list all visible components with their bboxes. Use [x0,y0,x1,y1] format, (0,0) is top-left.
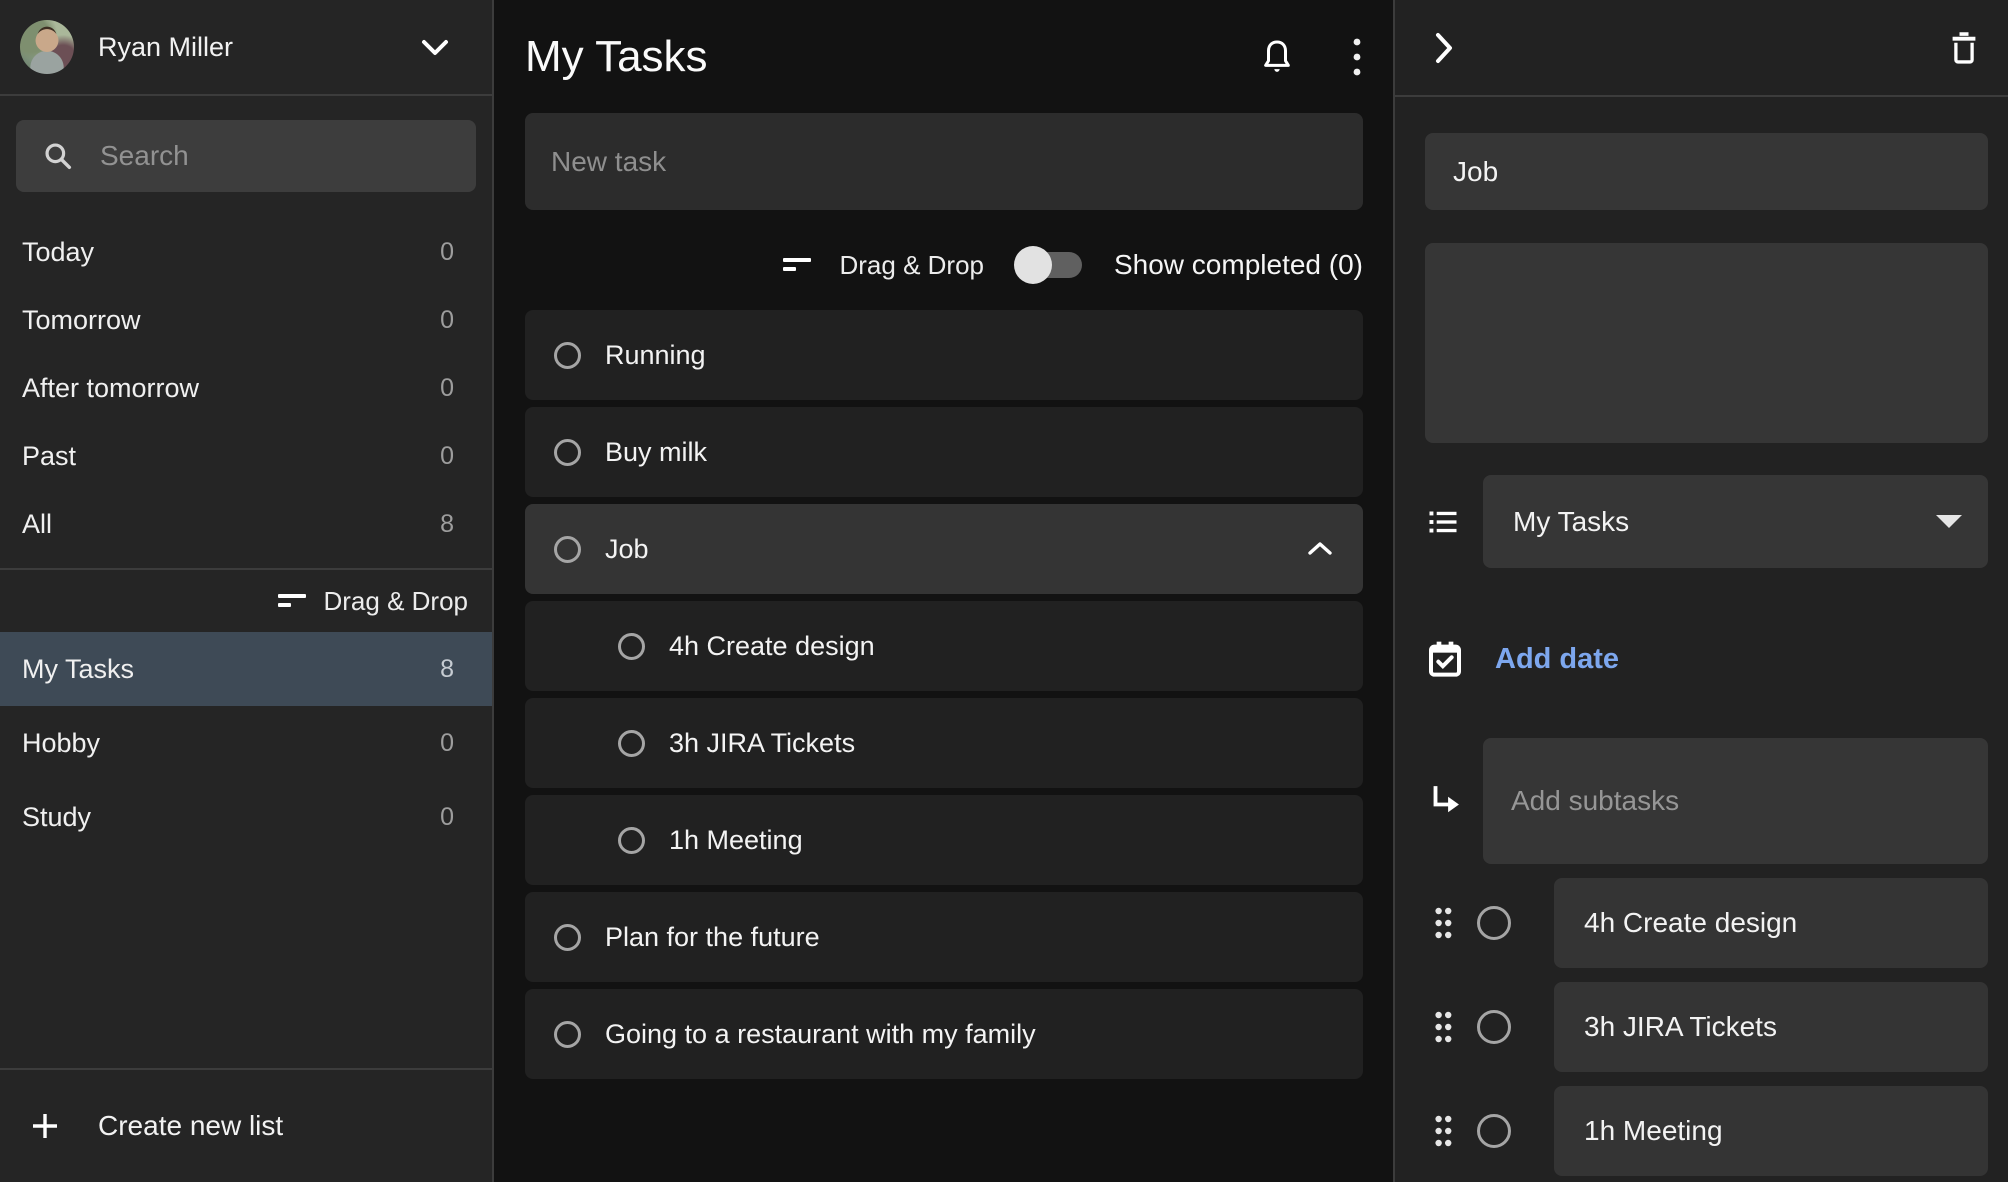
user-lists: My Tasks 8 Hobby 0 Study 0 [0,632,492,854]
detail-subtask-row-jira-tickets[interactable]: 3h JIRA Tickets [1425,982,1988,1072]
count-badge: 0 [440,306,454,335]
detail-header [1395,0,2008,97]
drag-drop-hint: Drag & Drop [839,250,984,281]
caret-down-icon [1936,515,1962,528]
list-select[interactable]: My Tasks [1483,475,1988,568]
count-badge: 8 [440,655,454,684]
sidebar-list-study[interactable]: Study 0 [0,780,492,854]
collapse-subtasks-button[interactable] [1305,540,1335,558]
selected-list-label: My Tasks [1513,506,1629,538]
sidebar-list-hobby[interactable]: Hobby 0 [0,706,492,780]
bell-icon [1257,36,1297,78]
close-detail-button[interactable] [1433,30,1455,66]
add-subtasks-row [1425,738,1988,864]
task-checkbox[interactable] [554,439,581,466]
more-options-button[interactable] [1351,35,1363,79]
subtask-checkbox[interactable] [1477,906,1511,940]
subtask-card[interactable]: 3h JIRA Tickets [1554,982,1988,1072]
chevron-down-icon [418,36,452,58]
task-title-input[interactable] [1425,133,1988,210]
subdirectory-arrow-icon [1425,780,1483,822]
sidebar-item-tomorrow[interactable]: Tomorrow 0 [0,286,492,354]
avatar [20,20,74,74]
detail-subtask-row-create-design[interactable]: 4h Create design [1425,878,1988,968]
drag-handle-icon[interactable] [1433,1113,1453,1149]
sidebar: Ryan Miller Today 0 Tomorrow 0 After tom… [0,0,494,1182]
kebab-icon [1351,35,1363,79]
subtask-card[interactable]: 1h Meeting [1554,1086,1988,1176]
task-panel: My Tasks Drag & Drop Show completed (0) … [494,0,1393,1182]
chevron-right-icon [1433,30,1455,66]
delete-task-button[interactable] [1946,29,1982,67]
subtask-row-jira-tickets[interactable]: 3h JIRA Tickets [525,698,1363,788]
task-checkbox[interactable] [618,827,645,854]
show-completed-toggle[interactable] [1016,251,1082,279]
subtask-card[interactable]: 4h Create design [1554,878,1988,968]
task-checkbox[interactable] [618,633,645,660]
count-badge: 0 [440,374,454,403]
user-name: Ryan Miller [98,32,233,63]
sort-icon [783,256,813,274]
add-date-row: Add date [1425,624,1988,694]
task-checkbox[interactable] [618,730,645,757]
count-badge: 0 [440,442,454,471]
calendar-check-icon [1425,639,1483,679]
sidebar-item-all[interactable]: All 8 [0,490,492,558]
sidebar-item-today[interactable]: Today 0 [0,218,492,286]
chevron-up-icon [1305,540,1335,558]
sort-icon [278,592,308,610]
task-checkbox[interactable] [554,536,581,563]
sidebar-item-after-tomorrow[interactable]: After tomorrow 0 [0,354,492,422]
count-badge: 0 [440,238,454,267]
list-options-row: Drag & Drop Show completed (0) [525,237,1363,293]
task-panel-header: My Tasks [525,0,1363,113]
drag-handle-icon[interactable] [1433,1009,1453,1045]
page-title: My Tasks [525,32,708,82]
search-input[interactable] [100,140,461,172]
task-notes-textarea[interactable] [1425,243,1988,443]
user-menu[interactable]: Ryan Miller [0,0,492,96]
toggle-knob [1014,246,1052,284]
list-select-row: My Tasks [1425,475,1988,568]
subtask-checkbox[interactable] [1477,1010,1511,1044]
detail-subtask-row-meeting[interactable]: 1h Meeting [1425,1086,1988,1176]
notifications-button[interactable] [1257,36,1297,78]
search-box[interactable] [16,120,476,192]
lists-drag-drop-hint: Drag & Drop [0,570,492,632]
trash-icon [1946,29,1982,67]
count-badge: 0 [440,803,454,832]
task-checkbox[interactable] [554,924,581,951]
add-date-button[interactable]: Add date [1495,643,1619,676]
search-icon [42,140,74,172]
task-checkbox[interactable] [554,1021,581,1048]
subtask-row-meeting[interactable]: 1h Meeting [525,795,1363,885]
task-list: Running Buy milk Job 4h Create design 3h… [525,310,1363,1182]
drag-handle-icon[interactable] [1433,905,1453,941]
list-icon [1425,504,1483,540]
task-checkbox[interactable] [554,342,581,369]
new-task-input[interactable] [525,113,1363,210]
filter-list: Today 0 Tomorrow 0 After tomorrow 0 Past… [0,218,492,558]
count-badge: 8 [440,510,454,539]
sidebar-list-my-tasks[interactable]: My Tasks 8 [0,632,492,706]
sidebar-item-past[interactable]: Past 0 [0,422,492,490]
plus-icon [30,1111,60,1141]
task-row-plan-future[interactable]: Plan for the future [525,892,1363,982]
subtask-row-create-design[interactable]: 4h Create design [525,601,1363,691]
task-row-running[interactable]: Running [525,310,1363,400]
task-row-job[interactable]: Job [525,504,1363,594]
task-row-restaurant[interactable]: Going to a restaurant with my family [525,989,1363,1079]
detail-body: My Tasks Add date 4h Crea [1395,97,2008,1176]
task-row-buy-milk[interactable]: Buy milk [525,407,1363,497]
task-detail-panel: My Tasks Add date 4h Crea [1393,0,2008,1182]
subtask-checkbox[interactable] [1477,1114,1511,1148]
show-completed-label: Show completed (0) [1114,249,1363,281]
add-subtasks-input[interactable] [1483,738,1988,864]
count-badge: 0 [440,729,454,758]
create-new-list-button[interactable]: Create new list [0,1070,492,1182]
